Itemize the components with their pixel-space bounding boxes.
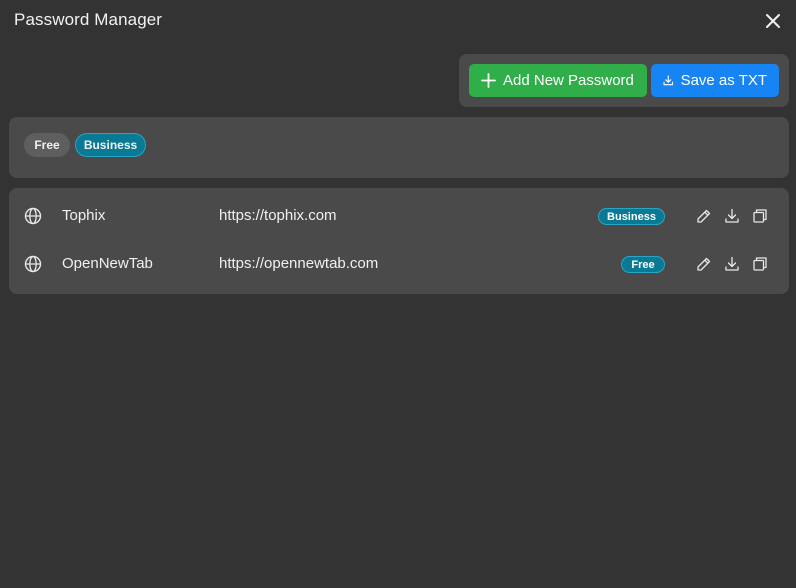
- add-new-password-label: Add New Password: [503, 72, 634, 89]
- pencil-icon: [697, 209, 711, 223]
- entry-url: https://tophix.com: [219, 207, 337, 224]
- save-as-txt-label: Save as TXT: [680, 72, 767, 89]
- password-manager-window: Password Manager Add New Password Save a…: [0, 0, 796, 588]
- entry-name: OpenNewTab: [62, 255, 153, 272]
- password-list: Tophix https://tophix.com Business OpenN…: [9, 188, 789, 294]
- copy-icon: [753, 209, 767, 223]
- filter-chip-business[interactable]: Business: [75, 133, 146, 157]
- add-new-password-button[interactable]: Add New Password: [469, 64, 647, 97]
- globe-icon: [24, 255, 42, 273]
- filter-chip-label: Business: [83, 138, 138, 152]
- toolbar: Add New Password Save as TXT: [459, 54, 789, 107]
- save-as-txt-button[interactable]: Save as TXT: [651, 64, 779, 97]
- download-icon: [725, 256, 739, 271]
- list-item[interactable]: Tophix https://tophix.com Business: [9, 192, 789, 240]
- edit-button[interactable]: [695, 207, 713, 225]
- category-badge: Business: [598, 208, 665, 225]
- download-icon: [663, 75, 674, 86]
- download-button[interactable]: [723, 207, 741, 225]
- list-item[interactable]: OpenNewTab https://opennewtab.com Free: [9, 240, 789, 288]
- edit-button[interactable]: [695, 255, 713, 273]
- copy-button[interactable]: [751, 255, 769, 273]
- filter-chip-label: Free: [34, 138, 60, 152]
- download-icon: [725, 208, 739, 223]
- copy-button[interactable]: [751, 207, 769, 225]
- globe-icon: [24, 207, 42, 225]
- close-icon: [766, 14, 780, 28]
- download-button[interactable]: [723, 255, 741, 273]
- filter-chip-free[interactable]: Free: [24, 133, 70, 157]
- category-badge: Free: [621, 256, 665, 273]
- close-button[interactable]: [762, 10, 784, 32]
- category-filter-panel: Free Business: [9, 117, 789, 178]
- copy-icon: [753, 257, 767, 271]
- pencil-icon: [697, 257, 711, 271]
- window-title: Password Manager: [14, 10, 163, 29]
- entry-url: https://opennewtab.com: [219, 255, 379, 272]
- plus-icon: [481, 73, 496, 88]
- entry-name: Tophix: [62, 207, 106, 224]
